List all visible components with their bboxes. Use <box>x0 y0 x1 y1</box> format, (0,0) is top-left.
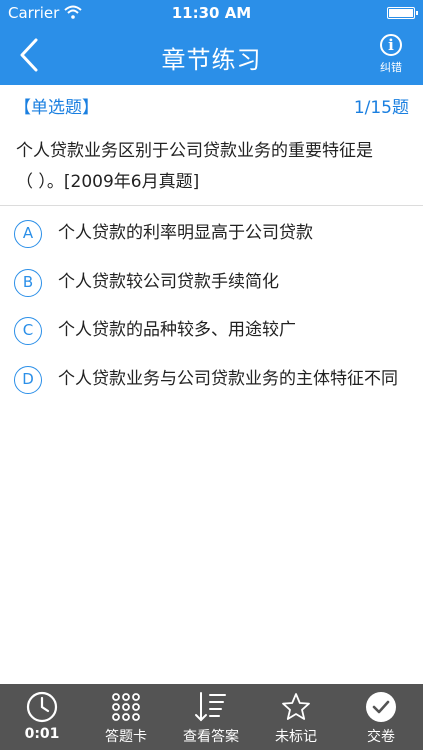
timer-button[interactable]: 0:01 <box>0 684 84 750</box>
mark-button[interactable]: 未标记 <box>254 684 338 750</box>
option-text: 个人贷款较公司贷款手续简化 <box>58 272 279 292</box>
mark-label: 未标记 <box>275 729 317 745</box>
star-icon <box>282 693 310 720</box>
view-answer-label: 查看答案 <box>183 729 239 745</box>
battery-icon <box>387 7 418 19</box>
report-error-button[interactable]: i 纠错 <box>371 34 411 78</box>
option-letter: C <box>14 317 42 345</box>
info-icon: i <box>380 34 402 56</box>
question-type: 【单选题】 <box>14 98 99 118</box>
option-text: 个人贷款业务与公司贷款业务的主体特征不同 <box>58 369 398 389</box>
page-title: 章节练习 <box>161 46 262 74</box>
question-line-1: 个人贷款业务区别于公司贷款业务的重要特征是 <box>16 141 373 161</box>
status-bar: Carrier 11:30 AM <box>0 0 423 26</box>
option-text: 个人贷款的品种较多、用途较广 <box>58 320 296 340</box>
answer-card-button[interactable]: 答题卡 <box>84 684 168 750</box>
option-letter: A <box>14 220 42 248</box>
clock-icon <box>26 691 58 723</box>
grid-icon <box>112 693 140 721</box>
question-text: 个人贷款业务区别于公司贷款业务的重要特征是 （ ）。[2009年6月真题] <box>16 136 411 198</box>
answer-card-label: 答题卡 <box>105 729 147 745</box>
question-counter: 1/15题 <box>353 98 409 118</box>
submit-button[interactable]: 交卷 <box>339 684 423 750</box>
check-circle-icon <box>366 692 396 722</box>
clock-time: 11:30 AM <box>171 4 252 22</box>
timer-label: 0:01 <box>24 726 60 742</box>
report-error-label: 纠错 <box>380 61 402 74</box>
nav-bar: 章节练习 i 纠错 <box>0 26 423 85</box>
submit-label: 交卷 <box>367 729 395 745</box>
option-letter: D <box>14 366 42 394</box>
bottom-toolbar: 0:01 答题卡 查看答案 未标记 交卷 <box>0 684 423 750</box>
view-answer-button[interactable]: 查看答案 <box>169 684 253 750</box>
sort-list-icon <box>195 692 226 722</box>
option-text: 个人贷款的利率明显高于公司贷款 <box>58 223 313 243</box>
divider <box>0 205 423 206</box>
option-letter: B <box>14 269 42 297</box>
question-line-2: （ ）。[2009年6月真题] <box>16 172 200 192</box>
